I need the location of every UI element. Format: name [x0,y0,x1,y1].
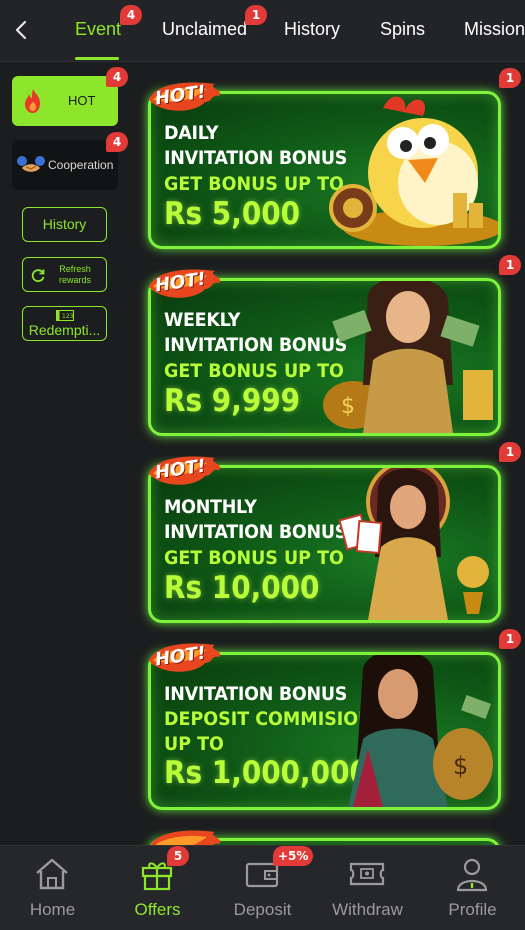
banner-2-badge: 1 [499,255,521,275]
refresh-rewards-label-2: rewards [58,275,91,285]
banner-deposit-line3: UP TO [164,733,224,755]
back-arrow-icon[interactable] [8,14,36,46]
code-ticket-icon: 123 [56,310,74,321]
history-button[interactable]: History [22,207,107,242]
fire-tag-icon [150,830,221,846]
sidebar-item-hot[interactable]: HOT [12,76,118,126]
sidebar-item-cooperation-label: Cooperation [48,158,114,172]
nav-withdraw[interactable]: Withdraw [315,846,420,930]
banner-1-badge: 1 [499,68,521,88]
woman-with-money-bag-illustration: $ [348,655,493,807]
hot-tag-4: HOT! [145,639,227,679]
woman-with-cards-illustration [338,468,489,620]
hot-tag-3: HOT! [145,452,227,492]
sidebar-item-hot-label: HOT [68,93,96,108]
profile-icon [456,858,488,892]
refresh-rewards-label-1: Refresh [59,264,91,274]
active-tab-indicator [75,57,119,60]
sidebar-hot-badge: 4 [106,67,128,87]
banner-weekly-line1: WEEKLY [164,309,241,331]
nav-profile-label: Profile [448,900,497,919]
nav-deposit-label: Deposit [233,900,292,919]
bottom-navigation: Home Offers 5 Deposit +5% Withdraw Profi… [0,845,525,930]
banner-3-badge: 1 [499,442,521,462]
tab-mission[interactable]: Mission [464,19,525,40]
chicken-mascot-illustration [329,96,498,246]
tab-spins[interactable]: Spins [380,19,425,40]
sidebar-cooperation-badge: 4 [106,132,128,152]
svg-text:123: 123 [62,313,74,320]
nav-offers-badge: 5 [167,846,189,866]
nav-home[interactable]: Home [0,846,105,930]
flame-icon [25,89,40,113]
nav-offers-label: Offers [134,900,181,919]
banner-monthly-line1: MONTHLY [164,496,257,518]
nav-profile[interactable]: Profile [420,846,525,930]
banner-monthly-amount: Rs 10,000 [164,570,320,606]
nav-offers[interactable]: Offers [105,846,210,930]
svg-text:$: $ [341,394,355,419]
tab-event[interactable]: Event [75,19,121,40]
banner-daily-amount: Rs 5,000 [164,196,301,232]
tab-event-badge: 4 [120,5,142,25]
tab-unclaimed[interactable]: Unclaimed [162,19,247,40]
nav-home-label: Home [29,900,76,919]
hot-tag-5 [145,826,227,846]
redemption-label: Redempti... [28,322,101,338]
hot-tag-2: HOT! [145,265,227,305]
banner-4-badge: 1 [499,629,521,649]
woman-with-cash-illustration: $ [323,281,493,433]
refresh-rewards-button[interactable]: Refresh rewards [22,257,107,292]
nav-deposit-badge: +5% [273,846,314,866]
tab-history[interactable]: History [284,19,340,40]
app-root: Event 4 Unclaimed 1 History Spins Missio… [0,0,525,930]
banner-weekly-amount: Rs 9,999 [164,383,301,419]
nav-withdraw-label: Withdraw [332,900,403,919]
hot-tag-1: HOT! [145,78,227,118]
withdraw-ticket-icon [349,862,385,886]
handshake-icon [17,156,45,172]
sidebar-item-cooperation[interactable]: Cooperation [12,140,118,190]
banner-daily-line1: DAILY [164,122,219,144]
tab-unclaimed-badge: 1 [245,5,267,25]
home-icon [36,858,68,890]
top-tab-bar: Event 4 Unclaimed 1 History Spins Missio… [0,0,525,62]
redemption-button[interactable]: 123 Redempti... [22,306,107,341]
refresh-icon [31,269,45,283]
svg-text:$: $ [453,752,468,780]
